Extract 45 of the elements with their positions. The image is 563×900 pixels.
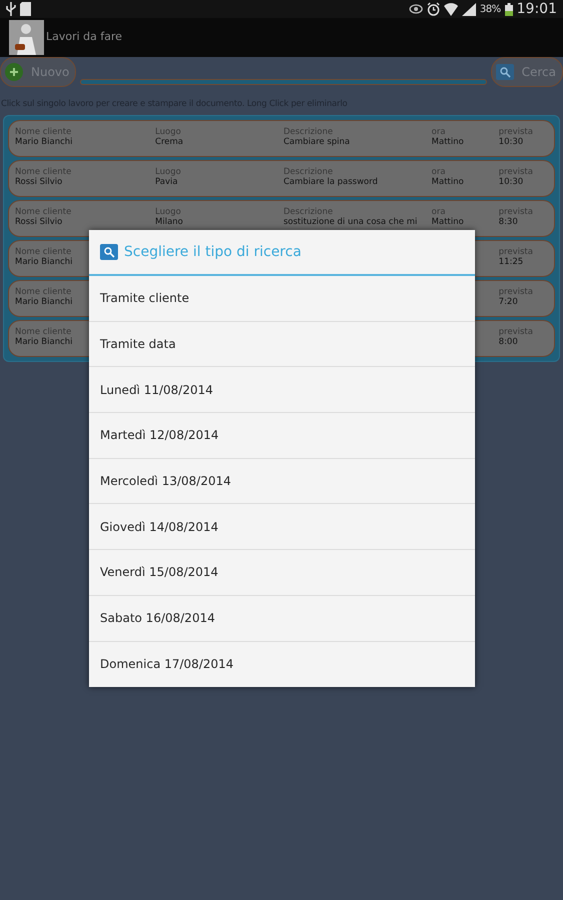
- search-icon: [496, 64, 514, 80]
- eye-icon: [408, 4, 423, 14]
- app-icon: [9, 20, 44, 55]
- field-value: Mattino: [432, 218, 464, 228]
- field-value: Rossi Silvio: [15, 178, 62, 188]
- menu-option[interactable]: Domenica 17/08/2014: [89, 642, 475, 688]
- search-icon: [100, 244, 118, 260]
- usb-icon: [6, 2, 16, 16]
- field-value: Mario Bianchi: [15, 138, 73, 148]
- menu-option[interactable]: Lunedì 11/08/2014: [89, 367, 475, 414]
- battery-percentage: 38%: [480, 2, 501, 16]
- plus-icon: [5, 63, 23, 81]
- field-value: Crema: [155, 138, 184, 148]
- signal-icon: [462, 2, 476, 16]
- wifi-icon: [444, 2, 458, 16]
- field-value: 8:00: [498, 338, 518, 348]
- menu-option[interactable]: Martedì 12/08/2014: [89, 413, 475, 459]
- field-value: sostituzione di una cosa che mi: [283, 218, 418, 228]
- field-value: Mario Bianchi: [15, 338, 73, 348]
- screen-title: Lavori da fare: [46, 29, 122, 46]
- field-value: 10:30: [498, 178, 524, 188]
- field-value: 7:20: [498, 298, 518, 308]
- menu-option[interactable]: Sabato 16/08/2014: [89, 596, 475, 642]
- menu-option[interactable]: Tramite cliente: [89, 276, 475, 322]
- dialog-title: Scegliere il tipo di ricerca: [124, 242, 302, 262]
- field-value: Cambiare spina: [283, 138, 350, 148]
- field-value: Mattino: [432, 138, 464, 148]
- menu-option[interactable]: Tramite data: [89, 322, 475, 368]
- field-value: Mario Bianchi: [15, 258, 73, 268]
- field-value: 8:30: [498, 218, 518, 228]
- field-value: Pavia: [155, 178, 178, 188]
- field-value: Mario Bianchi: [15, 298, 73, 308]
- field-value: Cambiare la password: [283, 178, 378, 188]
- field-value: Rossi Silvio: [15, 218, 62, 228]
- field-value: 11:25: [498, 258, 524, 268]
- sd-card-icon: [20, 2, 31, 16]
- battery-icon: [504, 2, 513, 16]
- field-value: Mattino: [432, 178, 464, 188]
- alarm-icon: [426, 2, 440, 16]
- field-value: 10:30: [498, 138, 524, 148]
- clock: 19:01: [516, 0, 557, 18]
- menu-option[interactable]: Giovedì 14/08/2014: [89, 504, 475, 550]
- field-value: Milano: [155, 218, 184, 228]
- menu-option[interactable]: Mercoledì 13/08/2014: [89, 458, 475, 504]
- menu-option[interactable]: Venerdì 15/08/2014: [89, 550, 475, 596]
